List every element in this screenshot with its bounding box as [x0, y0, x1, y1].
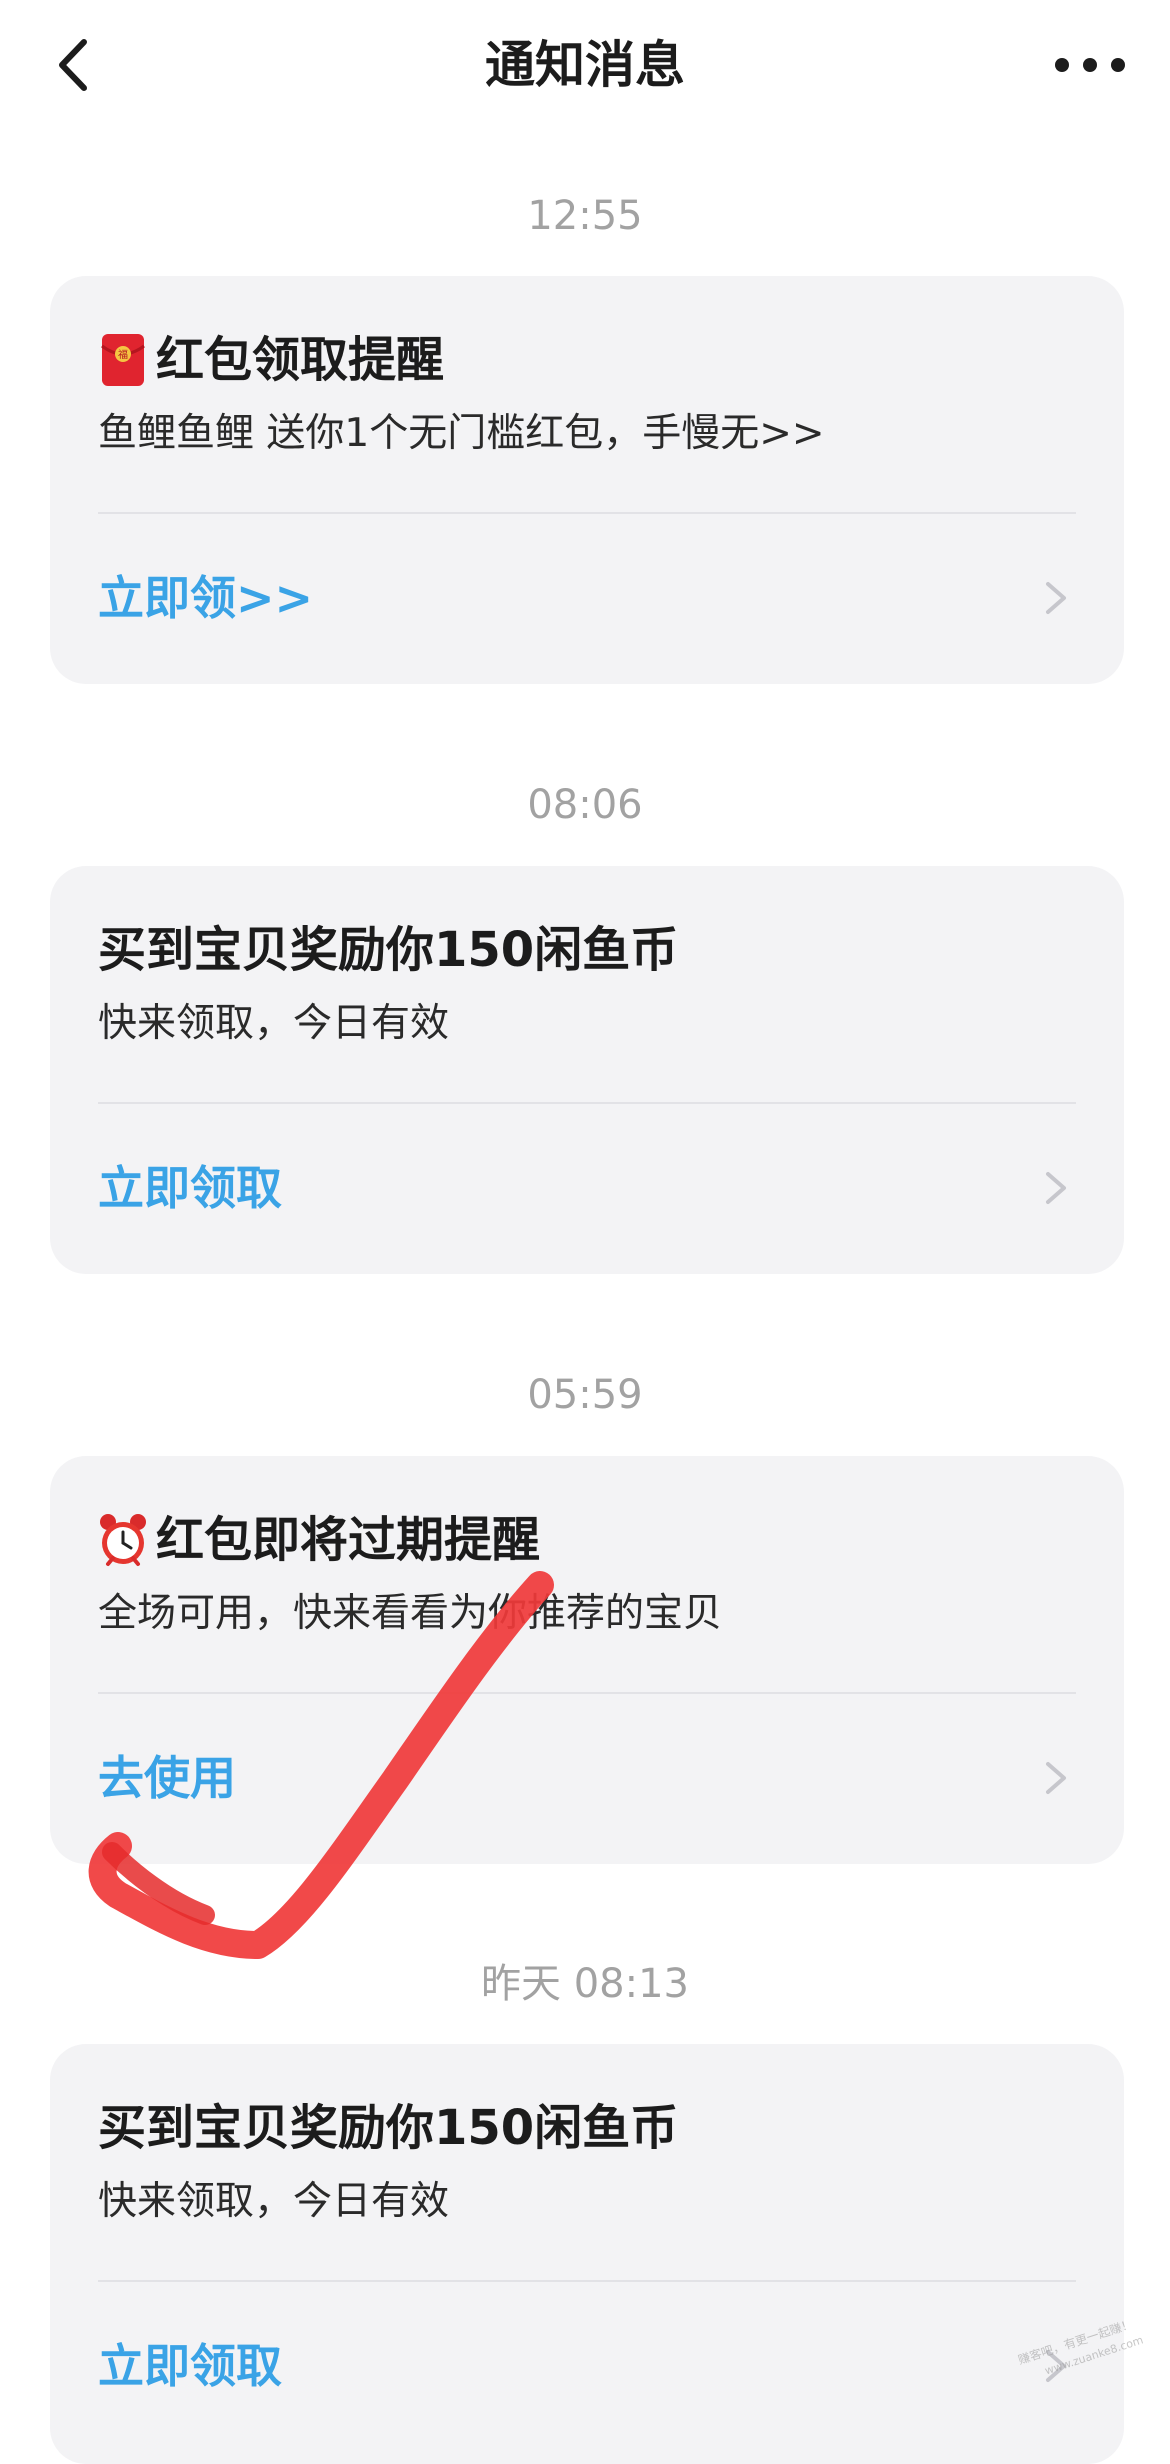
card-action-row[interactable]: 去使用	[98, 1728, 1076, 1828]
divider	[98, 1692, 1076, 1694]
message-timestamp: 05:59	[527, 1372, 643, 1418]
card-title: 买到宝贝奖励你150闲鱼币	[98, 2100, 679, 2156]
message-timestamp: 昨天 08:13	[481, 1961, 689, 2007]
divider	[98, 512, 1076, 514]
watermark-stamp: 赚客吧，有更一起赚！ www.zuanke8.com	[1016, 2319, 1145, 2378]
message-timestamp: 08:06	[527, 782, 643, 828]
card-header: 买到宝贝奖励你150闲鱼币	[98, 914, 1076, 986]
card-action-row[interactable]: 立即领>>	[98, 548, 1076, 648]
card-title: 红包领取提醒	[156, 332, 445, 388]
card-title: 红包即将过期提醒	[156, 1512, 541, 1568]
card-header: 福 红包领取提醒	[98, 324, 1076, 396]
card-action-row[interactable]: 立即领取	[98, 2316, 1076, 2416]
more-dots-icon[interactable]	[1050, 40, 1130, 90]
divider	[98, 2280, 1076, 2282]
action-link[interactable]: 立即领取	[98, 1148, 282, 1228]
nav-bar: 通知消息	[0, 0, 1170, 132]
alarm-clock-icon	[100, 1514, 146, 1566]
chevron-right-icon	[1046, 1172, 1066, 1204]
card-header: 红包即将过期提醒	[98, 1504, 1076, 1576]
notification-card[interactable]: 福 红包领取提醒 鱼鲤鱼鲤 送你1个无门槛红包，手慢无>> 立即领>>	[50, 276, 1124, 684]
card-header: 买到宝贝奖励你150闲鱼币	[98, 2092, 1076, 2164]
page-title: 通知消息	[485, 36, 685, 94]
notification-card[interactable]: 买到宝贝奖励你150闲鱼币 快来领取，今日有效 立即领取	[50, 866, 1124, 1274]
action-link[interactable]: 立即领取	[98, 2326, 282, 2406]
chevron-right-icon	[1046, 1762, 1066, 1794]
card-subtitle: 全场可用，快来看看为你推荐的宝贝	[98, 1591, 723, 1636]
svg-text:福: 福	[118, 348, 128, 361]
chevron-right-icon	[1046, 582, 1066, 614]
card-title: 买到宝贝奖励你150闲鱼币	[98, 922, 679, 978]
card-subtitle: 鱼鲤鱼鲤 送你1个无门槛红包，手慢无>>	[98, 411, 825, 456]
message-timestamp: 12:55	[527, 193, 643, 239]
notification-card[interactable]: 买到宝贝奖励你150闲鱼币 快来领取，今日有效 立即领取	[50, 2044, 1124, 2464]
action-link[interactable]: 去使用	[98, 1738, 236, 1818]
action-link[interactable]: 立即领>>	[98, 558, 313, 638]
red-envelope-icon: 福	[101, 334, 145, 386]
notification-card[interactable]: 红包即将过期提醒 全场可用，快来看看为你推荐的宝贝 去使用	[50, 1456, 1124, 1864]
card-subtitle: 快来领取，今日有效	[98, 2179, 450, 2224]
card-subtitle: 快来领取，今日有效	[98, 1001, 450, 1046]
card-action-row[interactable]: 立即领取	[98, 1138, 1076, 1238]
divider	[98, 1102, 1076, 1104]
